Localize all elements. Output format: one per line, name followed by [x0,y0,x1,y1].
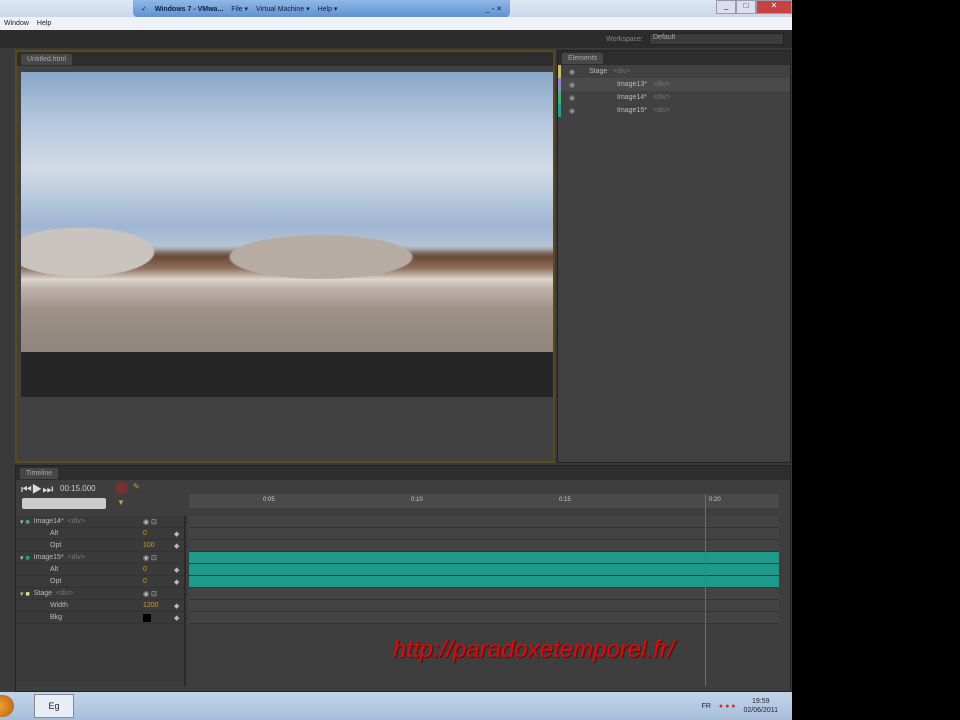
taskbar-app-edge[interactable]: Eg [34,694,74,718]
tick-label: 0:20 [709,497,721,503]
vm-menu-file[interactable]: File ▾ [231,5,248,13]
layer-row[interactable]: ▾ ■ Image15* <div> ◉ ⊡ [16,552,184,564]
system-tray: FR ● ● ● 19:59 02/06/2011 [702,697,778,715]
property-row[interactable]: Opt 100 ◆ [16,540,184,552]
language-indicator[interactable]: FR [702,703,711,710]
eye-icon[interactable]: ◉ [569,68,579,76]
eye-icon[interactable]: ◉ [569,94,579,102]
keyframe-button[interactable]: ◆ [174,602,179,610]
element-item-stage[interactable]: ◉ Stage <div> [558,65,790,78]
eye-icon[interactable]: ◉ [569,107,579,115]
tick-label: 0:05 [263,497,275,503]
animation-bar[interactable] [189,576,779,588]
vm-window-icons[interactable]: _ ▫ ✕ [486,5,502,13]
play-button[interactable]: ⏮▶⏭ [21,482,53,497]
tick-label: 0:10 [411,497,423,503]
filter-icon[interactable]: ▼ [117,498,125,507]
tick-label: 0:15 [559,497,571,503]
timeline-layers: ▾ ■ Image14* <div> ◉ ⊡ Alt 0 ◆ Opt 100 ◆ ▾ ■ Ima… [16,516,186,686]
record-icon[interactable] [116,482,128,494]
color-swatch[interactable] [143,613,151,622]
vm-menu-help[interactable]: Help ▾ [318,5,338,13]
window-controls: _ □ ✕ [716,0,792,14]
property-row[interactable]: Bkg ◆ [16,612,184,624]
eye-lock-icons[interactable]: ◉ ⊡ [143,554,157,562]
workspace-label: Workspace: [606,35,643,43]
filter-input[interactable] [22,498,106,509]
menu-window[interactable]: Window [4,20,29,27]
pin-icon[interactable]: ✓ [141,5,147,13]
animation-bar[interactable] [189,552,779,564]
menu-bar: Window Help [0,17,792,30]
menu-help[interactable]: Help [37,20,51,27]
layer-row[interactable]: ▾ ■ Image14* <div> ◉ ⊡ [16,516,184,528]
tab-elements[interactable]: Elements [562,52,604,64]
property-row[interactable]: Alt 0 ◆ [16,564,184,576]
minimize-button[interactable]: _ [716,0,736,14]
watermark: http://paradoxetemporel.fr/ [393,636,675,663]
property-row[interactable]: Opt 0 ◆ [16,576,184,588]
eye-lock-icons[interactable]: ◉ ⊡ [143,590,157,598]
landscape-hills [21,212,553,287]
element-item[interactable]: ◉ Image13* <div> [558,78,790,91]
workspace-bar: Workspace: Default [0,30,792,48]
timeline-controls: ⏮▶⏭ 00:15.000 ✎ ▼ [16,480,186,516]
vm-title: Windows 7 - VMwa... [154,5,224,13]
layer-row[interactable]: ▾ ■ Stage <div> ◉ ⊡ [16,588,184,600]
keyframe-button[interactable]: ◆ [174,578,179,586]
tab-stage[interactable]: Untitled.html [21,53,72,65]
pencil-icon[interactable]: ✎ [133,482,140,491]
tray-icons[interactable]: ● ● ● [719,703,736,710]
stage-canvas[interactable] [21,72,553,397]
element-item[interactable]: ◉ Image15* <div> [558,104,790,117]
close-button[interactable]: ✕ [756,0,792,14]
taskbar: Eg FR ● ● ● 19:59 02/06/2011 [0,692,792,720]
property-row[interactable]: Alt 0 ◆ [16,528,184,540]
time-display[interactable]: 00:15.000 [60,484,96,493]
keyframe-button[interactable]: ◆ [174,566,179,574]
animation-bar[interactable] [189,564,779,576]
eye-icon[interactable]: ◉ [569,81,579,89]
vm-menu-machine[interactable]: Virtual Machine ▾ [256,5,310,13]
vmware-toolbar: ✓ Windows 7 - VMwa... File ▾ Virtual Mac… [133,0,510,18]
tab-timeline[interactable]: Timeline [20,467,59,479]
eye-lock-icons[interactable]: ◉ ⊡ [143,518,157,526]
elements-panel: Elements ◉ Stage <div> ◉ Image13* <div> ◉ Ima… [557,50,791,463]
start-button[interactable] [0,695,14,717]
clock[interactable]: 19:59 02/06/2011 [743,697,778,715]
time-ruler[interactable]: 0:05 0:10 0:15 0:20 [189,494,779,508]
keyframe-button[interactable]: ◆ [174,530,179,538]
property-row[interactable]: Width 1200 ◆ [16,600,184,612]
element-item[interactable]: ◉ Image14* <div> [558,91,790,104]
stage-panel: Untitled.html [15,50,555,463]
playhead[interactable] [705,494,706,686]
maximize-button[interactable]: □ [736,0,756,14]
workspace-select[interactable]: Default [649,33,784,45]
keyframe-button[interactable]: ◆ [174,542,179,550]
keyframe-button[interactable]: ◆ [174,614,179,622]
